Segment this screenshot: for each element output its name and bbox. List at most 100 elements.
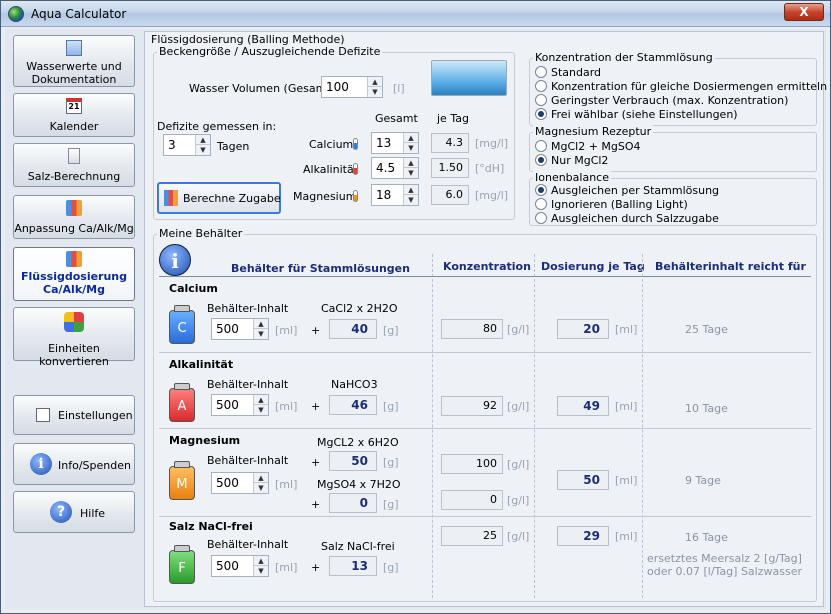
spin-down-icon[interactable]: ▼ <box>368 87 382 97</box>
ml-unit: [ml] <box>615 530 638 543</box>
calcium-reach-value: 25 Tage <box>685 323 728 336</box>
spin-up-icon[interactable]: ▲ <box>404 158 418 168</box>
calcium-volume-stepper[interactable]: 500 ▲ ▼ <box>211 318 269 340</box>
spin-up-icon[interactable]: ▲ <box>368 77 382 87</box>
sidebar-item-kalender[interactable]: 21 Kalender <box>13 93 135 137</box>
volume-stepper[interactable]: 100 ▲ ▼ <box>321 76 383 98</box>
gl-unit: [g/l] <box>507 323 530 336</box>
spin-up-icon[interactable]: ▲ <box>254 319 268 329</box>
calcium-unit: [mg/l] <box>475 137 509 150</box>
radio-only-mgcl2[interactable]: Nur MgCl2 <box>535 154 608 167</box>
alkalinity-volume-value: 500 <box>216 398 239 412</box>
sidebar-item-label: Flüssigdosierung Ca/Alk/Mg <box>20 270 128 296</box>
spin-down-icon[interactable]: ▼ <box>404 168 418 178</box>
calculate-button[interactable]: Berechne Zugabe <box>157 182 281 214</box>
spin-up-icon[interactable]: ▲ <box>254 473 268 483</box>
spin-down-icon[interactable]: ▼ <box>254 405 268 415</box>
g-unit: [g] <box>383 498 399 511</box>
spin-up-icon[interactable]: ▲ <box>254 395 268 405</box>
magnesium-conc2-value: 0 <box>441 490 503 510</box>
sidebar-item-einheiten[interactable]: Einheiten konvertieren <box>13 307 135 368</box>
close-button[interactable]: X <box>784 3 824 21</box>
days-stepper[interactable]: 3 ▲ ▼ <box>163 134 211 156</box>
content-label: Behälter-Inhalt <box>207 538 289 551</box>
radio-equal-dosing[interactable]: Konzentration für gleiche Dosiermengen e… <box>535 80 827 93</box>
help-label: Hilfe <box>80 507 106 520</box>
radio-free[interactable]: Frei wählbar (siehe Einstellungen) <box>535 108 738 121</box>
alkalinity-volume-stepper[interactable]: 500 ▲ ▼ <box>211 394 269 416</box>
chart-icon <box>66 40 82 56</box>
radio-label: Standard <box>551 66 602 79</box>
alkalinity-total-stepper[interactable]: 4.5 ▲ ▼ <box>371 157 419 179</box>
sidebar-item-label: Salz-Berechnung <box>27 170 121 183</box>
divider <box>642 254 643 598</box>
spin-up-icon[interactable]: ▲ <box>196 135 210 145</box>
concentration-group-title: Konzentration der Stammlösung <box>533 51 715 64</box>
convert-icon <box>64 312 84 332</box>
plus-sign: + <box>311 400 321 413</box>
calcium-chem-label: CaCl2 x 2H2O <box>321 302 398 315</box>
sidebar-item-wasserwerte[interactable]: Wasserwerte und Dokumentation <box>13 35 135 87</box>
magnesium-volume-stepper[interactable]: 500 ▲ ▼ <box>211 472 269 494</box>
radio-min-usage[interactable]: Geringster Verbrauch (max. Konzentration… <box>535 94 788 107</box>
radio-standard[interactable]: Standard <box>535 66 601 79</box>
spin-down-icon[interactable]: ▼ <box>254 329 268 339</box>
spin-down-icon[interactable]: ▼ <box>196 145 210 155</box>
calcium-label: Calcium <box>309 138 354 151</box>
sidebar-item-salz[interactable]: Salz-Berechnung <box>13 143 135 187</box>
salt-grams-value: 13 <box>329 556 377 576</box>
radio-balance-salt[interactable]: Ausgleichen durch Salzzugabe <box>535 212 719 225</box>
calcium-volume-value: 500 <box>216 322 239 336</box>
spin-down-icon[interactable]: ▼ <box>254 483 268 493</box>
radio-circle <box>535 212 547 224</box>
divider <box>534 254 535 598</box>
volume-label: Wasser Volumen (Gesamt) <box>189 82 335 95</box>
title-bar: Aqua Calculator X <box>1 1 830 27</box>
radio-balance-stock[interactable]: Ausgleichen per Stammlösung <box>535 184 719 197</box>
info-icon[interactable]: i <box>159 244 191 276</box>
salt-icon <box>68 148 80 164</box>
calcium-total-stepper[interactable]: 13 ▲ ▼ <box>371 132 419 154</box>
radio-circle-selected <box>535 108 547 120</box>
sidebar-item-anpassung[interactable]: Anpassung Ca/Alk/Mg <box>13 195 135 239</box>
help-button[interactable]: ? Hilfe <box>13 491 135 533</box>
alkalinity-reach-value: 10 Tage <box>685 402 728 415</box>
main-panel: Flüssigdosierung (Balling Methode) Becke… <box>144 31 827 607</box>
radio-mgcl2-mgso4[interactable]: MgCl2 + MgSO4 <box>535 140 641 153</box>
salt-volume-stepper[interactable]: 500 ▲ ▼ <box>211 555 269 577</box>
radio-label: Ignorieren (Balling Light) <box>551 198 688 211</box>
spin-up-icon[interactable]: ▲ <box>254 556 268 566</box>
g-unit: [g] <box>383 324 399 337</box>
sidebar-item-label: Anpassung Ca/Alk/Mg <box>14 222 134 235</box>
sidebar-item-fluessigdosierung[interactable]: Flüssigdosierung Ca/Alk/Mg <box>13 247 135 301</box>
spin-down-icon[interactable]: ▼ <box>404 143 418 153</box>
spin-up-icon[interactable]: ▲ <box>404 185 418 195</box>
spin-up-icon[interactable]: ▲ <box>404 133 418 143</box>
days-value: 3 <box>168 138 176 152</box>
volume-unit: [l] <box>393 82 405 95</box>
radio-label: Geringster Verbrauch (max. Konzentration… <box>551 94 789 107</box>
radio-ignore[interactable]: Ignorieren (Balling Light) <box>535 198 688 211</box>
canister-letter: F <box>178 561 186 576</box>
salt-section-title: Salz NaCl-frei <box>169 520 253 533</box>
salt-note-saltwater: oder 0.07 [l/Tag] Salzwasser <box>647 565 802 578</box>
calcium-conc-value: 80 <box>441 319 503 339</box>
calcium-section-title: Calcium <box>169 282 218 295</box>
col-reach-header: Behälterinhalt reicht für <box>655 260 806 273</box>
app-window: Aqua Calculator X Wasserwerte und Dokume… <box>0 0 831 614</box>
spin-down-icon[interactable]: ▼ <box>404 195 418 205</box>
magnesium-total-stepper[interactable]: 18 ▲ ▼ <box>371 184 419 206</box>
radio-circle <box>535 140 547 152</box>
magnesium-volume-value: 500 <box>216 476 239 490</box>
radio-label: Frei wählbar (siehe Einstellungen) <box>551 108 738 121</box>
settings-button[interactable]: Einstellungen <box>13 395 135 435</box>
tank-group-title: Beckengröße / Auszugleichende Defizite <box>157 45 383 58</box>
magnesium-chem1-label: MgCL2 x 6H2O <box>317 436 399 449</box>
magnesium-perday-value: 6.0 <box>431 185 469 205</box>
content-label: Behälter-Inhalt <box>207 302 289 315</box>
spin-down-icon[interactable]: ▼ <box>254 566 268 576</box>
plus-sign: + <box>311 456 321 469</box>
canister-letter: M <box>176 477 188 492</box>
gl-unit: [g/l] <box>507 458 530 471</box>
info-button[interactable]: i Info/Spenden <box>13 443 135 485</box>
